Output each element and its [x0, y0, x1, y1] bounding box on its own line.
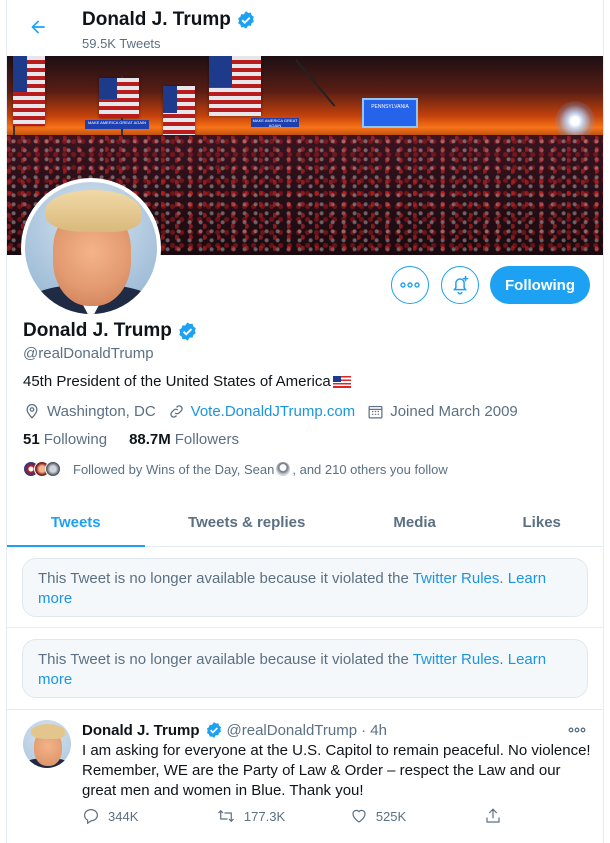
unavailable-notice: This Tweet is no longer available becaus…: [22, 558, 588, 617]
tweet-actions: 344K 177.3K 525K: [82, 807, 522, 825]
calendar-icon: [368, 405, 383, 418]
profile-page: Donald J. Trump 59.5K Tweets MAKE AMERIC…: [6, 0, 604, 843]
following-stat[interactable]: 51 Following: [23, 431, 107, 448]
flag-image: [13, 56, 45, 126]
following-label: Following: [43, 431, 108, 448]
tweet-count: 59.5K Tweets: [82, 36, 161, 51]
verified-badge-icon: [179, 321, 196, 341]
stage-sign: PENNSYLVANIA: [362, 98, 418, 128]
arrow-left-icon: [31, 20, 45, 34]
twitter-rules-link[interactable]: Twitter Rules: [413, 651, 500, 668]
heart-icon: [352, 809, 366, 823]
back-button[interactable]: [25, 14, 51, 40]
reply-button[interactable]: 344K: [82, 807, 216, 825]
unavailable-tweet: This Tweet is no longer available becaus…: [7, 547, 603, 628]
share-icon: [486, 808, 500, 823]
bell-plus-icon: [453, 275, 469, 295]
us-flag-emoji-icon: [332, 375, 351, 388]
tab-tweets[interactable]: Tweets: [7, 498, 145, 547]
profile-avatar[interactable]: [21, 178, 161, 318]
header-name: Donald J. Trump: [82, 9, 256, 31]
flag-image: [99, 78, 139, 118]
profile-name: Donald J. Trump: [23, 320, 198, 342]
like-count: 525K: [375, 808, 407, 824]
followers-count: 88.7M: [129, 431, 171, 448]
website-item[interactable]: Vote.DonaldJTrump.com: [168, 403, 356, 420]
verified-badge-icon: [206, 722, 221, 738]
location-item: Washington, DC: [23, 402, 156, 420]
profile-handle: @realDonaldTrump: [23, 345, 154, 362]
unavailable-tweet: This Tweet is no longer available becaus…: [7, 628, 603, 710]
following-count: 51: [23, 431, 40, 448]
top-bar: Donald J. Trump 59.5K Tweets: [7, 0, 603, 55]
tweet-author-name[interactable]: Donald J. Trump: [82, 722, 200, 739]
profile-name-text: Donald J. Trump: [23, 320, 172, 341]
tweet-avatar[interactable]: [23, 720, 71, 768]
more-dots-icon: [400, 282, 420, 288]
notice-text: This Tweet is no longer available becaus…: [38, 570, 413, 587]
bio-text: 45th President of the United States of A…: [23, 373, 331, 390]
tweet-header: Donald J. Trump @realDonaldTrump · 4h: [82, 721, 387, 739]
tab-tweets-replies[interactable]: Tweets & replies: [145, 498, 349, 546]
verified-badge-icon: [238, 11, 254, 29]
profile-stats: 51 Following 88.7M Followers: [23, 431, 261, 448]
following-button[interactable]: Following: [490, 266, 590, 304]
eagle-emoji-icon: [276, 462, 291, 476]
tweet[interactable]: Donald J. Trump @realDonaldTrump · 4h I …: [7, 710, 603, 843]
stage-banner-right: MAKE AMERICA GREAT AGAIN: [251, 118, 299, 128]
tab-likes[interactable]: Likes: [480, 498, 603, 546]
crane-arm: [295, 59, 336, 107]
tweet-author-handle[interactable]: @realDonaldTrump: [227, 722, 358, 739]
follower-avatar: [45, 461, 61, 477]
website-link[interactable]: Vote.DonaldJTrump.com: [191, 403, 356, 420]
tweet-more-button[interactable]: [565, 720, 589, 740]
profile-meta: Washington, DC Vote.DonaldJTrump.com Joi…: [23, 402, 530, 420]
joined-item: Joined March 2009: [367, 403, 518, 420]
retweet-button[interactable]: 177.3K: [216, 807, 350, 825]
followed-by-suffix: , and 210 others you follow: [292, 461, 448, 477]
notice-period: .: [499, 651, 508, 668]
tweet-text: I am asking for everyone at the U.S. Cap…: [82, 742, 591, 799]
location-text: Washington, DC: [47, 402, 156, 420]
notifications-button[interactable]: [441, 266, 479, 304]
link-icon: [169, 404, 183, 418]
retweet-icon: [217, 809, 234, 823]
profile-bio: 45th President of the United States of A…: [23, 373, 351, 390]
header-name-text: Donald J. Trump: [82, 9, 231, 30]
location-pin-icon: [26, 404, 38, 419]
retweet-count: 177.3K: [243, 808, 286, 824]
notice-period: .: [499, 570, 508, 587]
notice-text: This Tweet is no longer available becaus…: [38, 651, 413, 668]
followed-by[interactable]: Followed by Wins of the Day, Sean , and …: [23, 461, 448, 477]
more-dots-icon: [568, 727, 586, 733]
stage-banner-left: MAKE AMERICA GREAT AGAIN: [85, 120, 149, 129]
unavailable-notice: This Tweet is no longer available becaus…: [22, 639, 588, 698]
share-button[interactable]: [484, 807, 522, 825]
more-options-button[interactable]: [391, 266, 429, 304]
flag-image: [209, 56, 261, 116]
flag-image: [163, 86, 195, 138]
followed-by-prefix: Followed by Wins of the Day, Sean: [73, 461, 275, 477]
like-button[interactable]: 525K: [350, 807, 484, 825]
twitter-rules-link[interactable]: Twitter Rules: [413, 570, 500, 587]
profile-tabs: Tweets Tweets & replies Media Likes: [7, 498, 603, 547]
tweet-time[interactable]: · 4h: [361, 722, 387, 739]
tab-media[interactable]: Media: [349, 498, 481, 546]
joined-text: Joined March 2009: [390, 402, 518, 420]
reply-count: 344K: [108, 808, 139, 824]
followers-label: Followers: [174, 431, 239, 448]
avatar-image: [25, 182, 157, 314]
reply-icon: [84, 809, 98, 825]
followers-stat[interactable]: 88.7M Followers: [129, 431, 239, 448]
